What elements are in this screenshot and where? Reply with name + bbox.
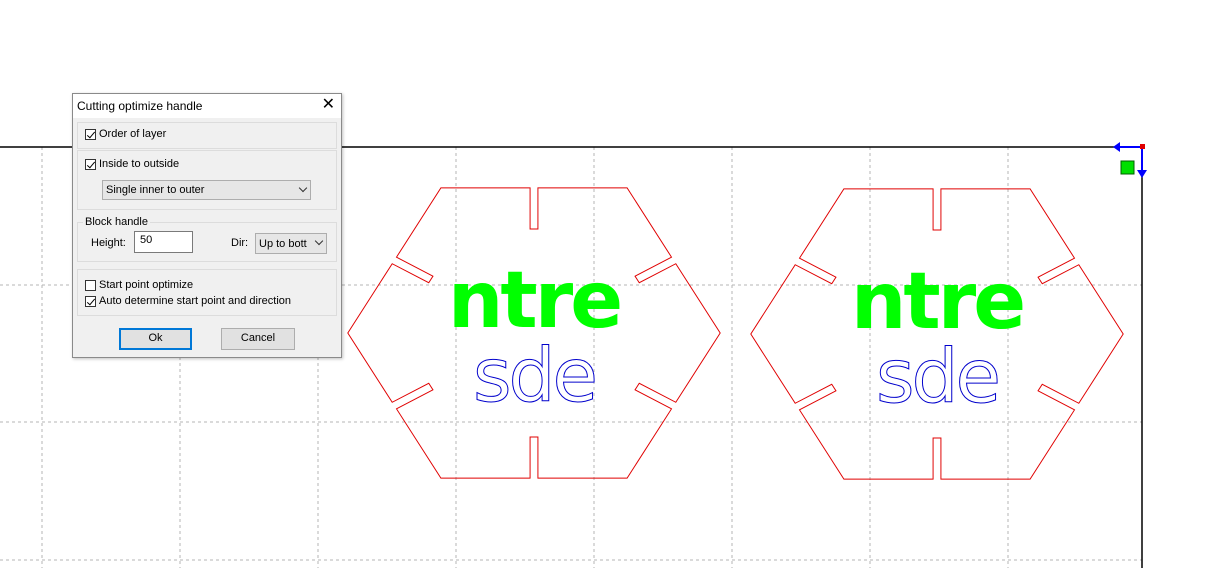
inner-mode-select[interactable]: Single inner to outer [102,180,311,200]
artwork-piece[interactable]: ntresde [347,187,721,479]
order-of-layer-checkbox[interactable]: Order of layer [85,128,166,140]
inside-to-outside-checkbox[interactable]: Inside to outside [85,158,179,170]
dir-value: Up to bott [259,237,307,250]
artwork-bottom-text: sde [473,333,595,419]
origin-marker-icon[interactable] [1120,160,1135,175]
auto-determine-checkbox-box[interactable] [85,295,96,307]
dir-label: Dir: [231,237,249,249]
auto-determine-label: Auto determine start point and direction [99,295,292,307]
order-of-layer-checkbox-box[interactable] [85,128,96,140]
inside-to-outside-checkbox-box[interactable] [85,158,96,170]
start-point-optimize-label: Start point optimize [99,279,194,291]
inside-to-outside-label: Inside to outside [99,158,180,170]
start-point-optimize-checkbox-box[interactable] [85,279,96,291]
inner-mode-value: Single inner to outer [106,184,205,196]
auto-determine-checkbox[interactable]: Auto determine start point and direction [85,295,291,307]
artwork-piece[interactable]: ntresde [750,188,1124,480]
dir-select[interactable]: Up to bott [255,233,327,254]
ok-button[interactable]: Ok [119,328,192,350]
cutting-optimize-dialog: Cutting optimize handle ✕ Order of layer… [72,93,342,358]
height-input[interactable]: 50 [134,231,193,253]
order-of-layer-label: Order of layer [99,128,167,140]
close-icon[interactable]: ✕ [322,96,335,114]
origin-point-icon [1140,144,1145,149]
height-label: Height: [91,237,126,249]
start-point-optimize-checkbox[interactable]: Start point optimize [85,279,193,291]
artwork-bottom-text: sde [876,334,998,420]
chevron-down-icon [298,183,308,193]
cancel-button[interactable]: Cancel [221,328,295,350]
start-point-group [77,269,337,316]
dialog-titlebar[interactable]: Cutting optimize handle ✕ [73,94,341,118]
block-handle-group-label: Block handle [83,216,150,228]
chevron-down-icon [314,236,324,246]
dialog-title: Cutting optimize handle [77,99,203,113]
